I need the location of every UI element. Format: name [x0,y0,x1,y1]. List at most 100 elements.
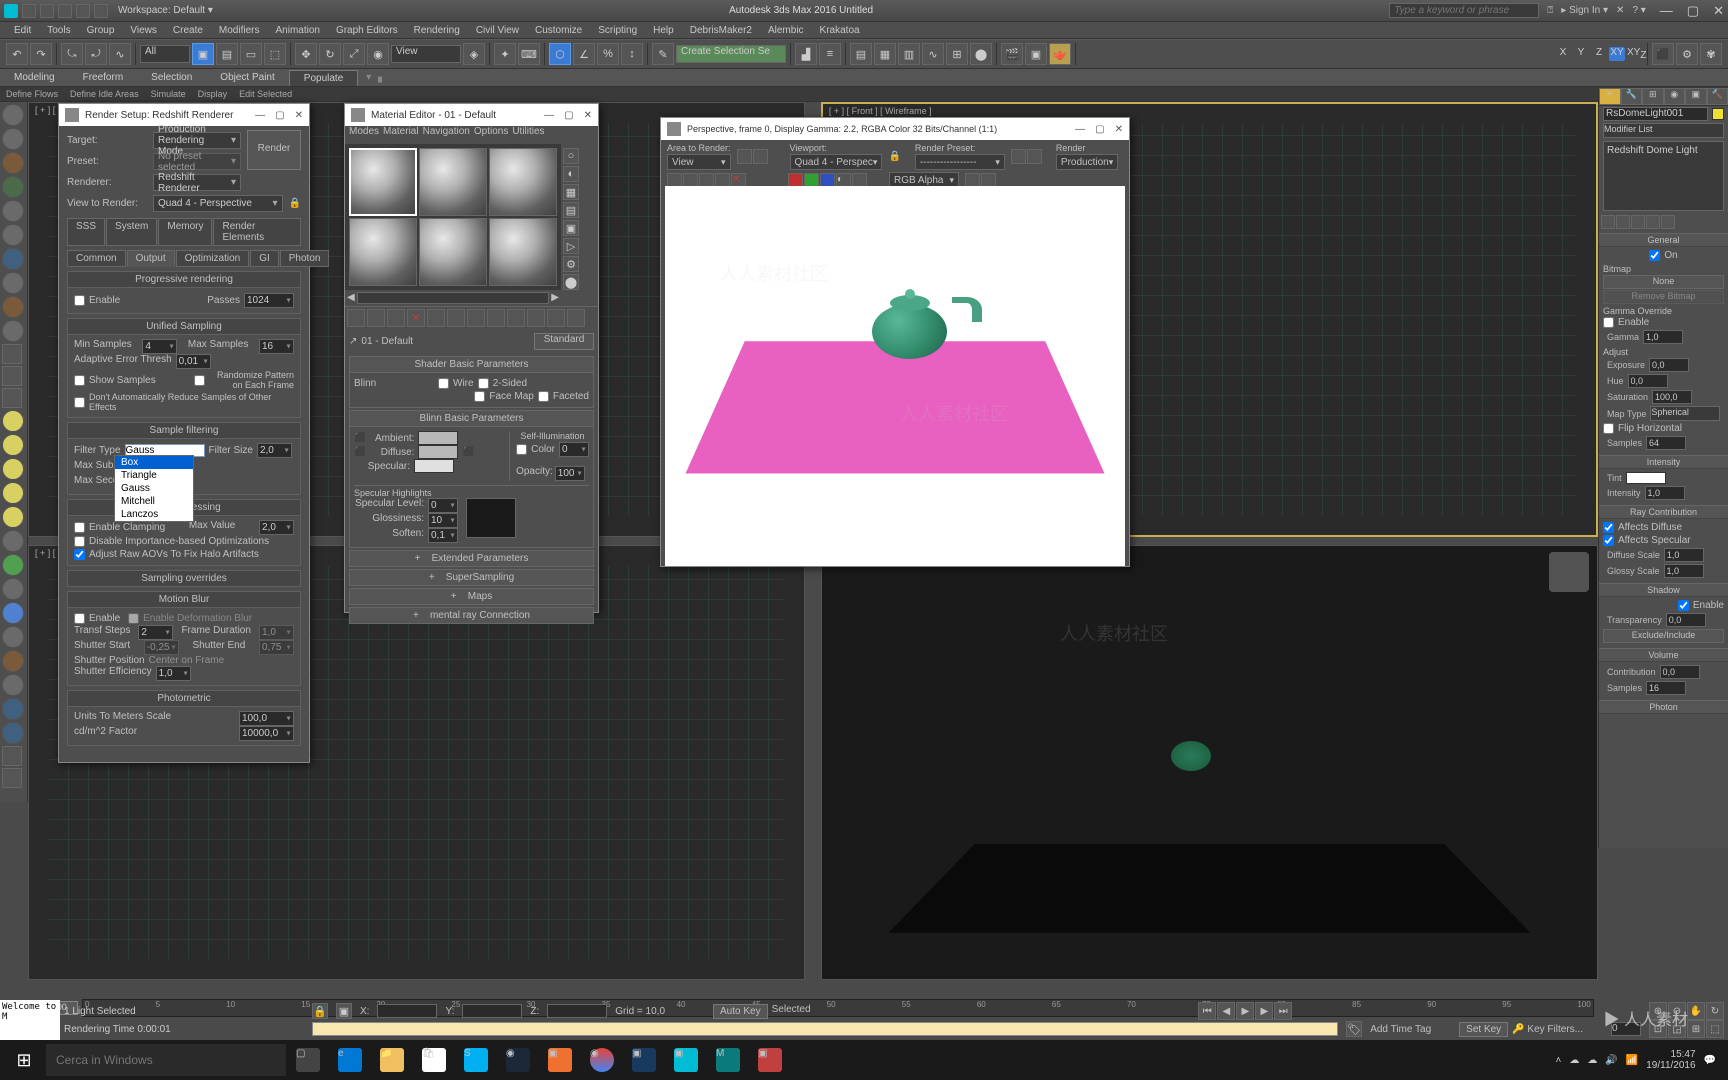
signin-button[interactable]: ▸ Sign In ▾ [1561,5,1608,16]
menu-krakatoa[interactable]: Krakatoa [812,24,868,37]
rollup-sampling-ov[interactable]: Sampling overrides [67,570,301,587]
settings-icon[interactable] [1027,149,1042,164]
axis-y[interactable]: Y [1573,47,1589,61]
axis-x[interactable]: X [1555,47,1571,61]
angle-snap-button[interactable]: ∠ [573,43,595,65]
nav-icon[interactable]: ⬚ [1706,1020,1724,1038]
exclude-button[interactable]: Exclude/Include [1603,629,1724,643]
ribbon-tab-object-paint[interactable]: Object Paint [206,70,288,85]
palette-sphere[interactable] [2,722,24,744]
filter-option-lanczos[interactable]: Lanczos [115,508,193,521]
clamp-checkbox[interactable] [74,522,85,533]
palette-box[interactable] [2,768,22,788]
nav-icon[interactable]: ⊕ [1649,1002,1667,1020]
close-icon[interactable]: ✕ [1115,124,1123,135]
menu-options[interactable]: Options [474,126,508,144]
material-slot[interactable] [349,218,417,286]
gamma-enable-checkbox[interactable] [1603,317,1614,328]
autokey-button[interactable]: Auto Key [713,1004,768,1019]
tab-sss[interactable]: SSS [67,218,105,246]
percent-snap-button[interactable]: % [597,43,619,65]
y-field[interactable] [462,1004,522,1018]
tab-photon[interactable]: Photon [280,250,330,267]
menu-modes[interactable]: Modes [349,126,379,144]
filter-size-spinner[interactable]: 2,0 [257,443,292,458]
viewport-combo[interactable]: Quad 4 - Perspec [790,154,883,170]
onedrive-icon[interactable]: ☁ [1587,1055,1597,1066]
ipr-button[interactable]: ⬛ [1652,43,1674,65]
maximize-icon[interactable]: ▢ [564,110,573,121]
cdm2-spinner[interactable]: 10000,0 [239,726,294,741]
adaptive-spinner[interactable]: 0,01 [176,354,211,369]
shadow-enable-checkbox[interactable] [1678,600,1689,611]
opacity-spinner[interactable]: 100 [555,466,585,481]
dialog-titlebar[interactable]: Material Editor - 01 - Default —▢✕ [345,104,598,126]
menu-civil-view[interactable]: Civil View [468,24,527,37]
help-search-input[interactable] [1389,3,1539,18]
unique-icon[interactable] [1631,215,1645,229]
unlink-button[interactable]: ⤾ [85,43,107,65]
nav-icon[interactable]: ✋ [1687,1002,1705,1020]
render-setup-button[interactable]: 🎬 [1001,43,1023,65]
color-checkbox[interactable] [516,444,527,455]
ribbon-sub-idle[interactable]: Define Idle Areas [70,89,139,99]
palette-yellow[interactable] [2,458,24,480]
material-name-combo[interactable]: 01 - Default [361,336,530,347]
redo-button[interactable]: ↷ [30,43,52,65]
2sided-checkbox[interactable] [478,378,489,389]
menu-navigation[interactable]: Navigation [423,126,470,144]
schematic-button[interactable]: ⊞ [946,43,968,65]
scale-button[interactable]: ⤢ [343,43,365,65]
misc-button[interactable]: ✾ [1700,43,1722,65]
material-id-icon[interactable] [487,309,505,327]
select-by-mat-icon[interactable]: ⬤ [563,274,579,290]
palette-sphere[interactable] [2,698,24,720]
map-button[interactable]: ⬛ [462,447,474,458]
menu-edit[interactable]: Edit [6,24,39,37]
menu-views[interactable]: Views [122,24,165,37]
production-combo[interactable]: Production [1056,154,1118,170]
aff-specular-checkbox[interactable] [1603,535,1614,546]
skype-icon[interactable]: S [456,1040,496,1080]
palette-blue[interactable] [2,602,24,624]
tab-optimization[interactable]: Optimization [176,250,250,267]
minimize-icon[interactable]: — [255,110,265,121]
wire-checkbox[interactable] [438,378,449,389]
material-slot[interactable] [419,148,487,216]
palette-yellow[interactable] [2,434,24,456]
motion-tab[interactable]: ◉ [1664,88,1686,105]
viewport-perspective[interactable] [821,545,1598,980]
next-frame-icon[interactable]: ▶ [1255,1002,1273,1020]
ribbon-sub-simulate[interactable]: Simulate [151,89,186,99]
rollup-general[interactable]: General [1599,234,1728,247]
ribbon-tab-modeling[interactable]: Modeling [0,70,69,85]
material-slot[interactable] [419,218,487,286]
lock-icon[interactable]: 🔒 [289,198,301,209]
units-spinner[interactable]: 100,0 [239,711,294,726]
palette-sphere[interactable] [2,224,24,246]
rollup-shader-basic[interactable]: Shader Basic Parameters [349,356,594,373]
rsettings-button[interactable]: ⚙ [1676,43,1698,65]
undo-button[interactable]: ↶ [6,43,28,65]
shutter-pos-combo[interactable]: Center on Frame [149,655,294,666]
get-material-icon[interactable] [347,309,365,327]
enable-checkbox[interactable] [74,295,85,306]
mb-deform-checkbox[interactable] [128,613,139,624]
scroll-left-icon[interactable]: ◀ [347,292,355,304]
select-name-button[interactable]: ▤ [216,43,238,65]
rect-select-button[interactable]: ▭ [240,43,262,65]
steam-icon[interactable]: ◉ [498,1040,538,1080]
spinner-snap-button[interactable]: ↕ [621,43,643,65]
lock-icon[interactable]: 🔒 [888,151,900,162]
rollup-intensity[interactable]: Intensity [1599,456,1728,469]
lock-icon[interactable]: ⬛ [354,447,366,458]
maptype-combo[interactable]: Spherical [1650,406,1720,421]
go-parent-icon[interactable] [547,309,565,327]
rollup-mental-ray[interactable]: + mental ray Connection [349,607,594,624]
palette-sphere[interactable] [2,152,24,174]
vsamples-field[interactable] [1646,681,1686,695]
edge-icon[interactable]: e [330,1040,370,1080]
show-samples-checkbox[interactable] [74,375,85,386]
saturation-field[interactable] [1652,390,1692,404]
sublime-icon[interactable]: ▣ [540,1040,580,1080]
